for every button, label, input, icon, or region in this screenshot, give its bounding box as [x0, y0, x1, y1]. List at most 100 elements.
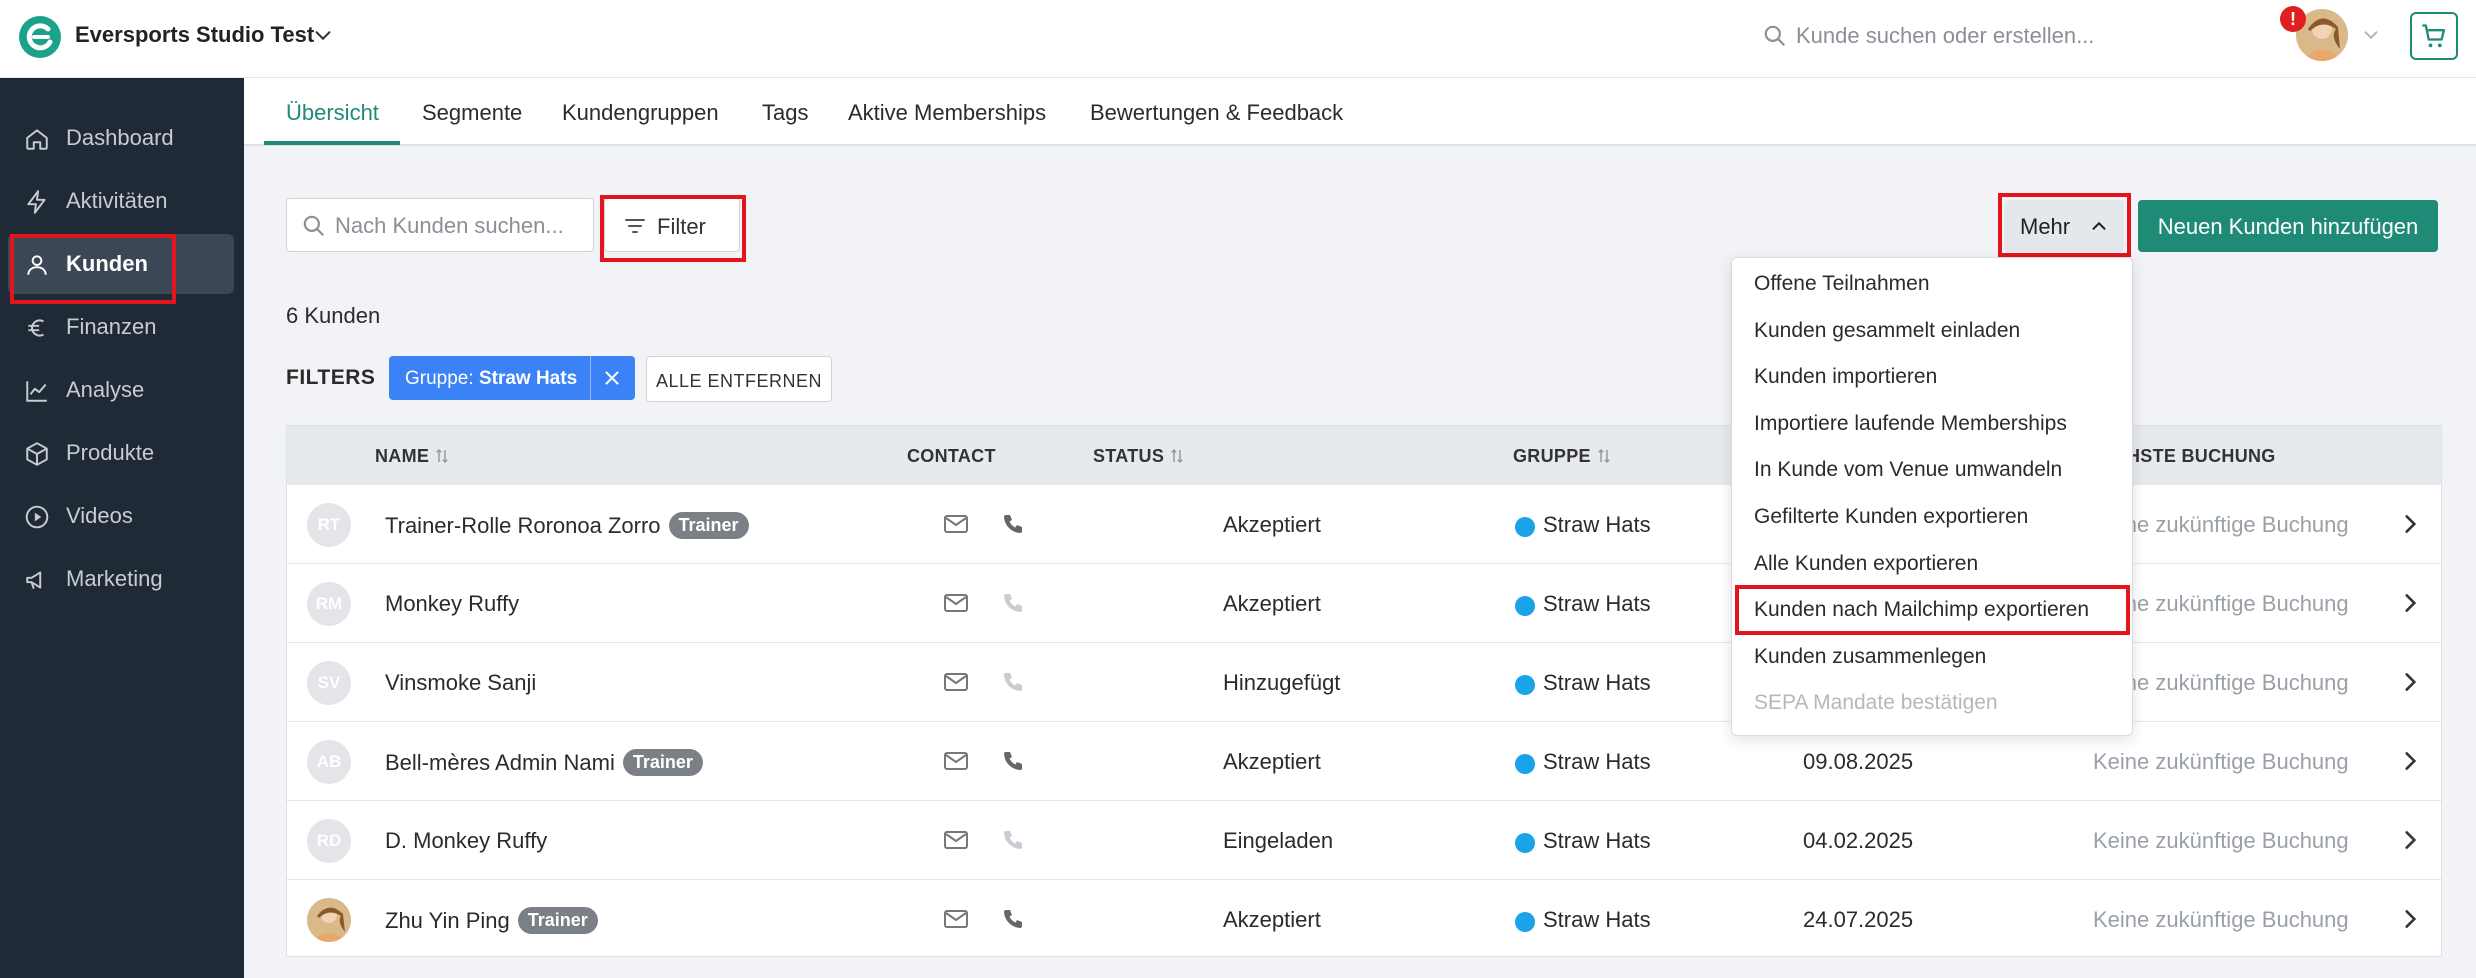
column-header-group[interactable]: GRUPPE — [1513, 446, 1613, 467]
menu-item[interactable]: Offene Teilnahmen — [1754, 272, 1930, 296]
column-header-label: STATUS — [1093, 446, 1165, 466]
mail-icon[interactable] — [943, 908, 969, 930]
sidebar-item-label: Produkte — [66, 440, 155, 465]
avatar: RT — [307, 503, 351, 547]
chevron-right-icon[interactable] — [2397, 906, 2423, 932]
table-row[interactable]: RD D. Monkey Ruffy Eingeladen Straw Hats 04.… — [287, 800, 2441, 879]
customer-name-text: D. Monkey Ruffy — [385, 828, 548, 853]
cart-icon — [2422, 24, 2446, 48]
column-header-name[interactable]: NAME — [375, 446, 451, 467]
phone-icon[interactable] — [1001, 907, 1025, 931]
trainer-badge: Trainer — [517, 907, 598, 934]
sidebar-item-produkte[interactable]: Produkte — [8, 423, 234, 483]
sort-icon — [1598, 448, 1610, 464]
sidebar-item-aktivitaeten[interactable]: Aktivitäten — [8, 171, 234, 231]
sidebar-item-analyse[interactable]: Analyse — [8, 360, 234, 420]
filter-chip-prefix: Gruppe: — [405, 368, 474, 389]
mail-icon[interactable] — [943, 513, 969, 535]
customer-search-input[interactable] — [335, 209, 585, 243]
tab-kundengruppen[interactable]: Kundengruppen — [562, 100, 719, 126]
menu-item[interactable]: Kunden importieren — [1754, 365, 1937, 389]
user-icon — [27, 255, 47, 275]
chevron-up-icon — [2092, 221, 2106, 230]
phone-icon — [1004, 831, 1022, 849]
mail-icon[interactable] — [943, 671, 969, 693]
clear-filters-button[interactable]: ALLE ENTFERNEN — [646, 356, 832, 402]
sidebar-item-marketing[interactable]: Marketing — [8, 549, 234, 609]
customer-name[interactable]: Monkey Ruffy — [385, 591, 519, 617]
sidebar-item-label: Dashboard — [66, 125, 174, 150]
tab-aktive-memberships[interactable]: Aktive Memberships — [848, 100, 1046, 126]
phone-icon[interactable] — [1001, 512, 1025, 536]
chevron-right-icon[interactable] — [2397, 590, 2423, 616]
mail-icon[interactable] — [943, 829, 969, 851]
avatar: SV — [307, 661, 351, 705]
phone-icon — [1004, 673, 1022, 691]
sidebar-item-label: Analyse — [66, 377, 145, 402]
sidebar-item-kunden[interactable]: Kunden — [8, 234, 234, 294]
customer-name[interactable]: Zhu Yin Ping Trainer — [385, 907, 598, 934]
customer-name-text: Vinsmoke Sanji — [385, 670, 537, 695]
phone-icon[interactable] — [1001, 749, 1025, 773]
status-text: Hinzugefügt — [1223, 670, 1341, 695]
filters-label: FILTERS — [286, 366, 376, 389]
group-name: Straw Hats — [1543, 828, 1651, 853]
sort-icon — [1171, 448, 1183, 464]
group-color-dot — [1515, 675, 1535, 695]
tab-bewertungen-feedback[interactable]: Bewertungen & Feedback — [1090, 100, 1343, 126]
menu-item[interactable]: Importiere laufende Memberships — [1754, 412, 2067, 436]
group-color-dot — [1515, 754, 1535, 774]
tab-segmente[interactable]: Segmente — [422, 100, 522, 126]
filter-button[interactable]: Filter — [604, 198, 740, 252]
group-color-dot — [1515, 596, 1535, 616]
sidebar-item-finanzen[interactable]: Finanzen — [8, 297, 234, 357]
menu-item[interactable]: Kunden zusammenlegen — [1754, 645, 1986, 669]
mail-icon[interactable] — [943, 592, 969, 614]
tab-tags[interactable]: Tags — [762, 100, 808, 126]
group-name: Straw Hats — [1543, 591, 1651, 616]
column-header-status[interactable]: STATUS — [1093, 446, 1186, 467]
group-name: Straw Hats — [1543, 749, 1651, 774]
chevron-down-icon[interactable] — [312, 24, 334, 46]
sidebar-item-dashboard[interactable]: Dashboard — [8, 108, 234, 168]
menu-item[interactable]: Gefilterte Kunden exportieren — [1754, 505, 2028, 529]
mehr-button[interactable]: Mehr — [2004, 200, 2124, 252]
chevron-down-icon[interactable] — [2360, 24, 2382, 46]
sidebar-item-label: Kunden — [66, 251, 148, 276]
mehr-button-label: Mehr — [2020, 214, 2071, 239]
search-icon — [1764, 25, 1785, 46]
close-icon[interactable] — [601, 367, 623, 389]
customer-name-text: Bell-mères Admin Nami — [385, 750, 615, 775]
mail-icon[interactable] — [943, 750, 969, 772]
chevron-right-icon[interactable] — [2397, 748, 2423, 774]
chart-line-icon — [26, 381, 47, 402]
group-color-dot — [1515, 912, 1535, 932]
sidebar-item-label: Videos — [66, 503, 133, 528]
mehr-dropdown-menu: Offene Teilnahmen Kunden gesammelt einlad… — [1731, 257, 2133, 736]
menu-item[interactable]: Alle Kunden exportieren — [1754, 552, 1978, 576]
eversports-logo-icon[interactable] — [18, 15, 62, 59]
chevron-right-icon[interactable] — [2397, 827, 2423, 853]
customer-name-text: Trainer-Rolle Roronoa Zorro — [385, 513, 661, 538]
customer-name[interactable]: Vinsmoke Sanji — [385, 670, 536, 696]
menu-item[interactable]: Kunden nach Mailchimp exportieren — [1754, 598, 2089, 622]
customer-name[interactable]: Bell-mères Admin Nami Trainer — [385, 749, 703, 776]
studio-name[interactable]: Eversports Studio Test — [75, 22, 314, 48]
customer-search-input[interactable] — [1796, 18, 2176, 54]
cart-button[interactable] — [2410, 12, 2458, 60]
customer-name[interactable]: D. Monkey Ruffy — [385, 828, 547, 854]
column-header-contact: CONTACT — [907, 446, 996, 466]
avatar: RM — [307, 582, 351, 626]
tab-uebersicht[interactable]: Übersicht — [286, 100, 379, 126]
notification-badge[interactable]: ! — [2280, 6, 2306, 32]
chevron-right-icon[interactable] — [2397, 511, 2423, 537]
add-customer-label: Neuen Kunden hinzufügen — [2157, 214, 2419, 239]
add-customer-button[interactable]: Neuen Kunden hinzufügen — [2138, 200, 2438, 252]
filter-chip-group: Gruppe: Straw Hats — [389, 356, 635, 400]
customer-name[interactable]: Trainer-Rolle Roronoa Zorro Trainer — [385, 512, 749, 539]
sidebar-item-videos[interactable]: Videos — [8, 486, 234, 546]
menu-item[interactable]: Kunden gesammelt einladen — [1754, 319, 2020, 343]
chevron-right-icon[interactable] — [2397, 669, 2423, 695]
menu-item[interactable]: In Kunde vom Venue umwandeln — [1754, 458, 2062, 482]
table-row[interactable]: Zhu Yin Ping Trainer Akzeptiert Straw Hats 2… — [287, 879, 2441, 958]
